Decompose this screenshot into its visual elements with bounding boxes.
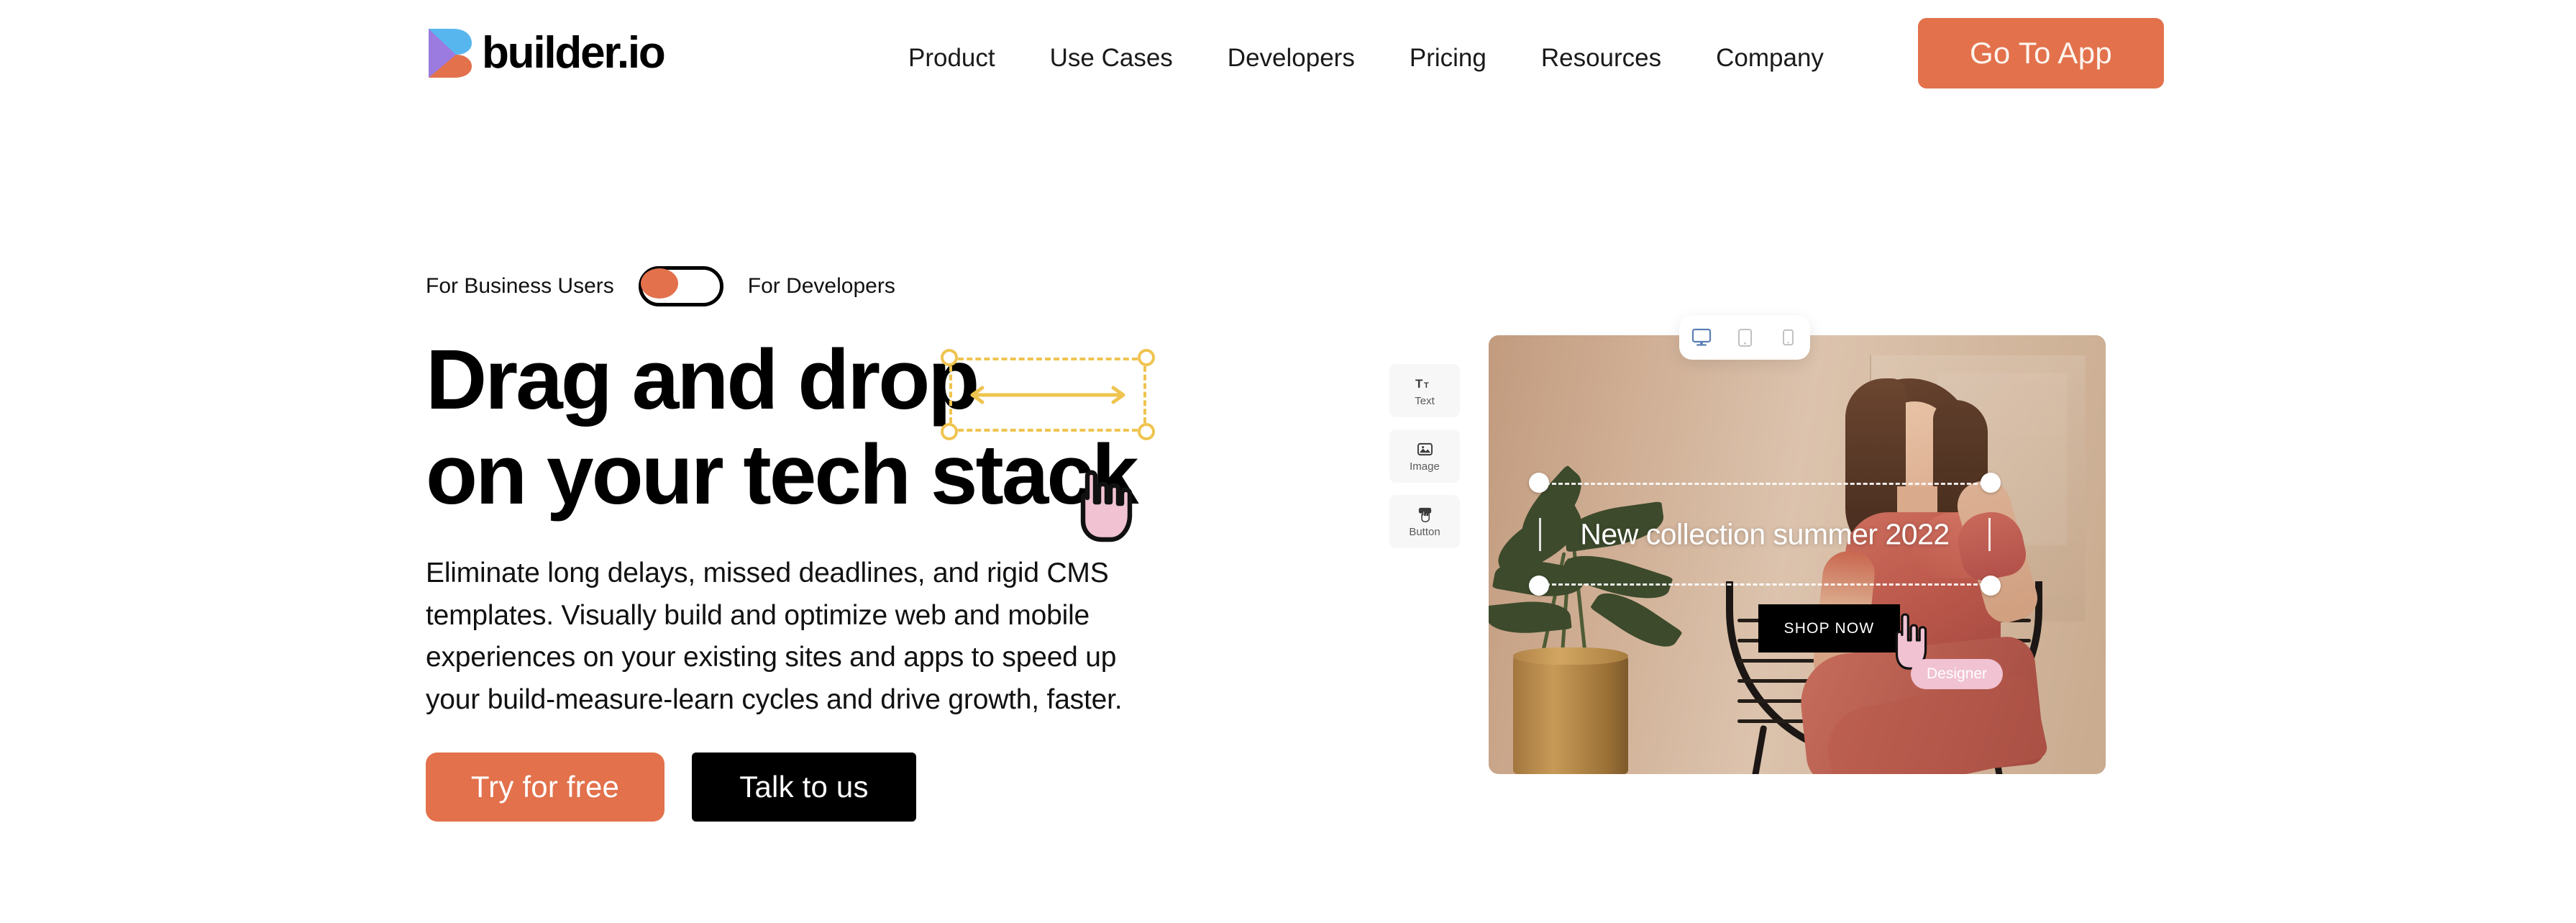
mobile-phone-icon bbox=[1782, 329, 1794, 346]
selection-handle-top-left bbox=[941, 349, 958, 366]
resize-handles-icon bbox=[941, 349, 1155, 440]
preview-canvas[interactable]: New collection summer 2022 SHOP NOW Desi… bbox=[1489, 335, 2106, 774]
nav-item-pricing[interactable]: Pricing bbox=[1382, 43, 1514, 73]
scene-plant-pot bbox=[1513, 647, 1628, 774]
palette-card-text-label: Text bbox=[1415, 395, 1435, 407]
svg-text:T: T bbox=[1415, 377, 1423, 391]
selection-handle-bottom-left bbox=[941, 423, 958, 440]
page-root: builder.io Product Use Cases Developers … bbox=[0, 0, 2576, 923]
talk-to-us-button[interactable]: Talk to us bbox=[692, 753, 916, 822]
component-palette: T T Text Image Button bbox=[1389, 364, 1460, 560]
selection-dash-bottom bbox=[1539, 583, 1991, 586]
canvas-heading-text: New collection summer 2022 bbox=[1580, 517, 1950, 550]
pointing-hand-cursor-icon bbox=[1080, 470, 1133, 542]
button-cursor-icon bbox=[1415, 506, 1434, 523]
nav-item-resources[interactable]: Resources bbox=[1514, 43, 1689, 73]
hero-description: Eliminate long delays, missed deadlines,… bbox=[426, 558, 1123, 715]
builder-logo-icon bbox=[429, 29, 472, 78]
canvas-text-selection[interactable]: New collection summer 2022 bbox=[1529, 473, 2001, 596]
text-tt-icon: T T bbox=[1415, 375, 1434, 392]
desktop-monitor-icon bbox=[1691, 328, 1712, 346]
main-nav: Product Use Cases Developers Pricing Res… bbox=[881, 43, 1851, 73]
double-arrow-horizontal-icon bbox=[970, 386, 1125, 404]
audience-toggle-row: For Business Users For Developers bbox=[426, 266, 1231, 306]
go-to-app-button[interactable]: Go To App bbox=[1918, 18, 2164, 88]
resize-handle-bottom-left[interactable] bbox=[1529, 576, 1549, 596]
palette-card-text[interactable]: T T Text bbox=[1389, 364, 1460, 417]
resize-handle-top-right[interactable] bbox=[1981, 473, 2001, 493]
palette-card-button[interactable]: Button bbox=[1389, 495, 1460, 548]
logo-wordmark: builder.io bbox=[482, 28, 666, 78]
image-picture-icon bbox=[1415, 440, 1434, 458]
collaborator-badge: Designer bbox=[1911, 659, 2004, 689]
nav-item-product[interactable]: Product bbox=[881, 43, 1023, 73]
logo[interactable]: builder.io bbox=[426, 27, 666, 79]
svg-text:T: T bbox=[1424, 381, 1429, 390]
hero-cta-row: Try for free Talk to us bbox=[426, 753, 1231, 822]
device-button-desktop[interactable] bbox=[1687, 323, 1716, 352]
tablet-icon bbox=[1737, 328, 1752, 347]
resize-handle-bottom-right[interactable] bbox=[1981, 576, 2001, 596]
selection-dash-top bbox=[1539, 483, 1991, 485]
audience-toggle-switch[interactable] bbox=[638, 266, 723, 306]
nav-item-use-cases[interactable]: Use Cases bbox=[1023, 43, 1200, 73]
try-for-free-button[interactable]: Try for free bbox=[426, 753, 664, 822]
toggle-knob bbox=[640, 268, 678, 299]
nav-item-developers[interactable]: Developers bbox=[1200, 43, 1382, 73]
shop-now-button[interactable]: SHOP NOW bbox=[1758, 604, 1900, 653]
resize-handle-top-left[interactable] bbox=[1529, 473, 1549, 493]
palette-card-image-label: Image bbox=[1410, 460, 1440, 473]
toggle-label-developers[interactable]: For Developers bbox=[748, 266, 895, 306]
selection-handle-top-right bbox=[1138, 349, 1155, 366]
palette-card-button-label: Button bbox=[1409, 526, 1440, 538]
site-header: builder.io Product Use Cases Developers … bbox=[0, 0, 2576, 108]
nav-item-company[interactable]: Company bbox=[1689, 43, 1851, 73]
editor-preview: T T Text Image Button New collection sum… bbox=[1352, 315, 2143, 806]
device-button-mobile[interactable] bbox=[1773, 323, 1802, 352]
device-button-tablet[interactable] bbox=[1730, 323, 1759, 352]
toggle-label-business[interactable]: For Business Users bbox=[426, 266, 614, 306]
device-switcher bbox=[1679, 315, 1810, 360]
selection-handle-bottom-right bbox=[1138, 423, 1155, 440]
palette-card-image[interactable]: Image bbox=[1389, 429, 1460, 483]
